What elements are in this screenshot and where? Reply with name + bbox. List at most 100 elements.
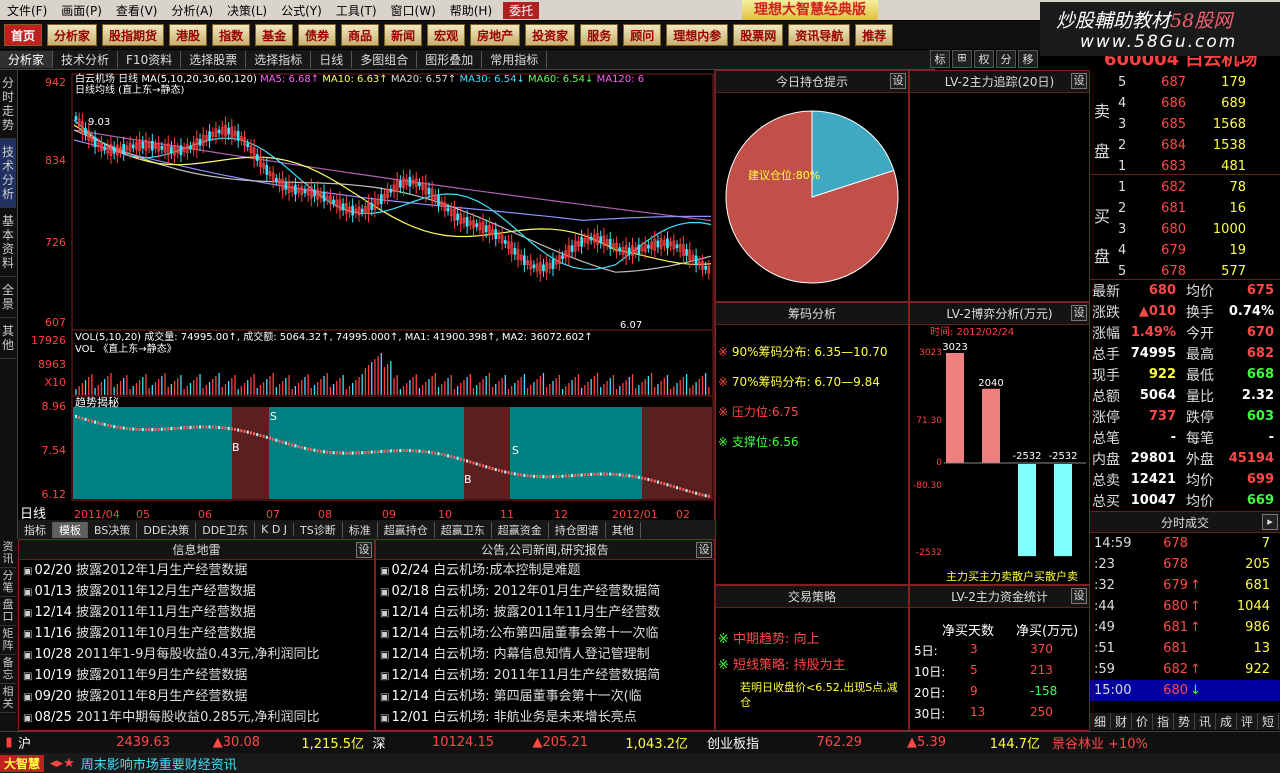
mini-button-1[interactable]: ⊞: [952, 50, 972, 68]
quote-tab-5[interactable]: 讯: [1195, 713, 1216, 730]
nav-button-5[interactable]: 基金: [255, 24, 294, 46]
news-item[interactable]: ▣ 11/16 披露2011年10月生产经营数据: [19, 623, 374, 644]
quote-tab-1[interactable]: 财: [1111, 713, 1132, 730]
nav-button-12[interactable]: 服务: [580, 24, 619, 46]
quote-tab-4[interactable]: 势: [1174, 713, 1195, 730]
nav-button-8[interactable]: 新闻: [384, 24, 423, 46]
menu-trade[interactable]: 委托: [503, 1, 540, 19]
news-item[interactable]: ▣ 10/28 2011年1-9月每股收益0.43元,净利润同比: [19, 644, 374, 665]
nav-button-17[interactable]: 推荐: [855, 24, 894, 46]
sell-level-5[interactable]: 5 687 179: [1118, 72, 1246, 93]
nav-button-4[interactable]: 指数: [212, 24, 251, 46]
mini-button-2[interactable]: 权: [974, 50, 994, 68]
news-item[interactable]: ▣ 12/01 白云机场: 非航业务是未来增长亮点: [376, 707, 714, 728]
indicator-tab-4[interactable]: DDE卫东: [196, 521, 256, 538]
left-tab2-3[interactable]: 矩阵: [0, 626, 16, 655]
nav-button-6[interactable]: 债券: [298, 24, 337, 46]
settings-button[interactable]: 设: [356, 542, 372, 558]
indicator-tab-9[interactable]: 超赢卫东: [435, 521, 492, 538]
left-tab2-4[interactable]: 备忘: [0, 655, 16, 684]
buy-level-2[interactable]: 2 681 16: [1118, 198, 1246, 219]
buy-level-5[interactable]: 5 678 577: [1118, 261, 1246, 282]
indicator-tab-12[interactable]: 其他: [606, 521, 641, 538]
indicator-tab-6[interactable]: TS诊断: [294, 521, 343, 538]
indicator-tab-3[interactable]: DDE决策: [137, 521, 197, 538]
left-tab2-1[interactable]: 分笔: [0, 568, 16, 597]
function-tab-5[interactable]: 日线: [311, 51, 353, 68]
news-item[interactable]: ▣ 10/19 披露2011年9月生产经营数据: [19, 665, 374, 686]
mini-button-0[interactable]: 标: [930, 50, 950, 68]
buy-level-3[interactable]: 3 680 1000: [1118, 219, 1246, 240]
quote-tab-3[interactable]: 指: [1153, 713, 1174, 730]
kline-chart-svg[interactable]: 白云机场 日线 MA(5,10,20,30,60,120) MA5: 6.68↑…: [18, 70, 715, 522]
indicator-tab-5[interactable]: K D J: [255, 523, 295, 536]
function-tab-4[interactable]: 选择指标: [246, 51, 312, 68]
news-item[interactable]: ▣ 12/14 白云机场: 第四届董事会第十一次(临: [376, 686, 714, 707]
indicator-tab-2[interactable]: BS决策: [88, 521, 138, 538]
indicator-tab-8[interactable]: 超赢持仓: [378, 521, 435, 538]
indicator-tab-10[interactable]: 超赢资金: [492, 521, 549, 538]
menu-item-6[interactable]: 工具(T): [329, 2, 384, 19]
indicator-tab-1[interactable]: 模板: [53, 521, 88, 538]
function-tab-1[interactable]: 技术分析: [53, 51, 119, 68]
news-item[interactable]: ▣ 09/20 披露2011年8月生产经营数据: [19, 686, 374, 707]
news-item[interactable]: ▣ 12/14 白云机场: 2011年11月生产经营数据简: [376, 665, 714, 686]
left-tab-4[interactable]: 其他: [0, 318, 16, 359]
settings-button[interactable]: 设: [1071, 588, 1087, 604]
left-tab-2[interactable]: 基本资料: [0, 208, 16, 277]
news-item[interactable]: ▣ 12/14 白云机场:公布第四届董事会第十一次临: [376, 623, 714, 644]
nav-button-0[interactable]: 首页: [4, 24, 43, 46]
mini-button-4[interactable]: 移: [1018, 50, 1038, 68]
nav-button-7[interactable]: 商品: [341, 24, 380, 46]
quote-tab-6[interactable]: 成: [1216, 713, 1237, 730]
settings-button[interactable]: 设: [1071, 73, 1087, 89]
quote-tab-0[interactable]: 细: [1090, 713, 1111, 730]
nav-button-9[interactable]: 宏观: [427, 24, 466, 46]
menu-item-5[interactable]: 公式(Y): [274, 2, 329, 19]
function-tab-6[interactable]: 多图组合: [352, 51, 418, 68]
nav-arrows-icon[interactable]: ◂▸★: [44, 756, 81, 771]
nav-button-14[interactable]: 理想内参: [666, 24, 729, 46]
left-tab2-5[interactable]: 相关: [0, 684, 16, 713]
news-item[interactable]: ▣ 08/25 2011年中期每股收益0.285元,净利润同比: [19, 707, 374, 728]
news-item[interactable]: ▣ 12/14 白云机场: 内幕信息知情人登记管理制: [376, 644, 714, 665]
nav-button-10[interactable]: 房地产: [470, 24, 521, 46]
function-tab-3[interactable]: 选择股票: [181, 51, 247, 68]
news-item[interactable]: ▣ 02/24 白云机场:成本控制是难题: [376, 560, 714, 581]
settings-button[interactable]: 设: [1071, 305, 1087, 321]
menu-item-3[interactable]: 分析(A): [164, 2, 220, 19]
function-tab-2[interactable]: F10资料: [118, 51, 182, 68]
settings-button[interactable]: 设: [696, 542, 712, 558]
news-item[interactable]: ▣ 12/14 白云机场: 披露2011年11月生产经营数: [376, 602, 714, 623]
news-item[interactable]: ▣ 02/18 白云机场: 2012年01月生产经营数据简: [376, 581, 714, 602]
sell-level-4[interactable]: 4 686 689: [1118, 93, 1246, 114]
sell-level-1[interactable]: 1 683 481: [1118, 156, 1246, 177]
menu-item-1[interactable]: 画面(P): [54, 2, 109, 19]
nav-button-13[interactable]: 顾问: [623, 24, 662, 46]
buy-level-4[interactable]: 4 679 19: [1118, 240, 1246, 261]
news-item[interactable]: ▣ 02/20 披露2012年1月生产经营数据: [19, 560, 374, 581]
function-tab-0[interactable]: 分析家: [0, 51, 54, 68]
left-tab2-0[interactable]: 资讯: [0, 539, 16, 568]
nav-button-2[interactable]: 股指期货: [102, 24, 165, 46]
news-item[interactable]: ▣ 01/13 披露2011年12月生产经营数据: [19, 581, 374, 602]
quote-tab-8[interactable]: 短: [1258, 713, 1279, 730]
settings-button[interactable]: 设: [890, 73, 906, 89]
function-tab-8[interactable]: 常用指标: [482, 51, 548, 68]
buy-level-1[interactable]: 1 682 78: [1118, 177, 1246, 198]
menu-item-2[interactable]: 查看(V): [109, 2, 165, 19]
menu-item-7[interactable]: 窗口(W): [384, 2, 443, 19]
sell-level-2[interactable]: 2 684 1538: [1118, 135, 1246, 156]
mini-button-3[interactable]: 分: [996, 50, 1016, 68]
quote-tab-7[interactable]: 评: [1237, 713, 1258, 730]
news-item[interactable]: ▣ 12/14 披露2011年11月生产经营数据: [19, 602, 374, 623]
nav-button-15[interactable]: 股票网: [733, 24, 784, 46]
menu-item-0[interactable]: 文件(F): [0, 2, 54, 19]
menu-item-8[interactable]: 帮助(H): [443, 2, 499, 19]
nav-button-11[interactable]: 投资家: [525, 24, 576, 46]
quote-tab-2[interactable]: 价: [1132, 713, 1153, 730]
sell-level-3[interactable]: 3 685 1568: [1118, 114, 1246, 135]
function-tab-7[interactable]: 图形叠加: [417, 51, 483, 68]
left-tab-3[interactable]: 全景: [0, 277, 16, 318]
indicator-tab-7[interactable]: 标准: [343, 521, 378, 538]
